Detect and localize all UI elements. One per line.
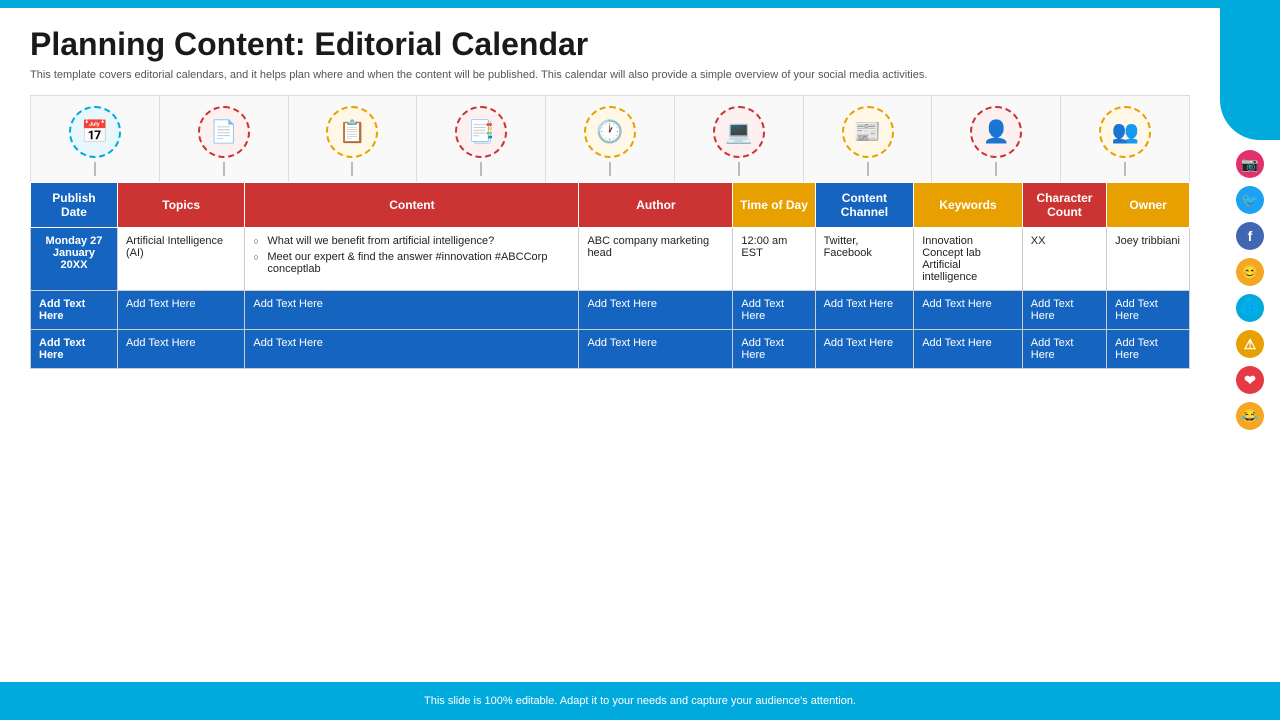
cell-channel-add1: Add Text Here <box>815 291 914 330</box>
cell-author-1: ABC company marketing head <box>579 228 733 291</box>
cell-char-count-add2: Add Text Here <box>1022 330 1106 369</box>
globe-icon: 🌐 <box>1236 294 1264 322</box>
cell-time-add2: Add Text Here <box>733 330 815 369</box>
bottom-text: This slide is 100% editable. Adapt it to… <box>424 695 856 707</box>
icon-stem <box>94 162 96 176</box>
heart-icon: ❤ <box>1236 366 1264 394</box>
icon-cell-keywords: 📰 <box>804 96 933 182</box>
cell-content-add2: Add Text Here <box>245 330 579 369</box>
table-row: Add Text Here Add Text Here Add Text Her… <box>31 291 1190 330</box>
header-time-of-day: Time of Day <box>733 183 815 228</box>
laugh-icon: 😂 <box>1236 402 1264 430</box>
page-title: Planning Content: Editorial Calendar <box>30 26 1190 63</box>
icon-stem <box>609 162 611 176</box>
table-row: Monday 27January 20XX Artificial Intelli… <box>31 228 1190 291</box>
icon-cell-charcount: 👤 <box>932 96 1061 182</box>
cell-topics-add1: Add Text Here <box>117 291 244 330</box>
icon-cell-topics: 📄 <box>160 96 289 182</box>
cell-owner-1: Joey tribbiani <box>1107 228 1190 291</box>
header-publish-date: PublishDate <box>31 183 118 228</box>
editorial-calendar-table: PublishDate Topics Content Author Time o… <box>30 182 1190 369</box>
content-area: Planning Content: Editorial Calendar Thi… <box>0 8 1220 379</box>
twitter-icon: 🐦 <box>1236 186 1264 214</box>
icon-stem <box>480 162 482 176</box>
header-content-channel: ContentChannel <box>815 183 914 228</box>
header-char-count: CharacterCount <box>1022 183 1106 228</box>
facebook-icon: f <box>1236 222 1264 250</box>
right-accent <box>1220 0 1280 140</box>
top-accent <box>0 0 1280 8</box>
page-wrapper: Planning Content: Editorial Calendar Thi… <box>0 0 1280 720</box>
cell-time-1: 12:00 am EST <box>733 228 815 291</box>
icon-stem <box>1124 162 1126 176</box>
char-count-icon: 👤 <box>970 106 1022 158</box>
header-topics: Topics <box>117 183 244 228</box>
page-subtitle: This template covers editorial calendars… <box>30 69 980 81</box>
cell-publish-date-1: Monday 27January 20XX <box>31 228 118 291</box>
social-sidebar: 📷 🐦 f 😊 🌐 ⚠ ❤ 😂 <box>1220 140 1280 440</box>
icon-cell-author: 📑 <box>417 96 546 182</box>
cell-keywords-add2: Add Text Here <box>914 330 1023 369</box>
cell-char-count-add1: Add Text Here <box>1022 291 1106 330</box>
time-icon: 🕐 <box>584 106 636 158</box>
bottom-bar: This slide is 100% editable. Adapt it to… <box>0 682 1280 720</box>
table-header-row: PublishDate Topics Content Author Time o… <box>31 183 1190 228</box>
icons-row: 📅 📄 📋 📑 🕐 💻 <box>30 95 1190 182</box>
cell-time-add1: Add Text Here <box>733 291 815 330</box>
icon-stem <box>738 162 740 176</box>
header-keywords: Keywords <box>914 183 1023 228</box>
cell-content-add1: Add Text Here <box>245 291 579 330</box>
cell-publish-date-add1: Add Text Here <box>31 291 118 330</box>
cell-author-add1: Add Text Here <box>579 291 733 330</box>
icon-cell-content: 📋 <box>289 96 418 182</box>
cell-owner-add2: Add Text Here <box>1107 330 1190 369</box>
topics-icon: 📄 <box>198 106 250 158</box>
icon-stem <box>995 162 997 176</box>
icon-stem <box>351 162 353 176</box>
cell-topics-1: Artificial Intelligence (AI) <box>117 228 244 291</box>
header-author: Author <box>579 183 733 228</box>
content-list-item: What will we benefit from artificial int… <box>253 235 570 247</box>
icon-stem <box>223 162 225 176</box>
icon-cell-owner: 👥 <box>1061 96 1189 182</box>
icon-cell-channel: 💻 <box>675 96 804 182</box>
cell-owner-add1: Add Text Here <box>1107 291 1190 330</box>
keywords-icon: 📰 <box>842 106 894 158</box>
publish-date-icon: 📅 <box>69 106 121 158</box>
author-icon: 📑 <box>455 106 507 158</box>
cell-topics-add2: Add Text Here <box>117 330 244 369</box>
header-owner: Owner <box>1107 183 1190 228</box>
smile-icon: 😊 <box>1236 258 1264 286</box>
cell-publish-date-add2: Add Text Here <box>31 330 118 369</box>
cell-channel-add2: Add Text Here <box>815 330 914 369</box>
cell-author-add2: Add Text Here <box>579 330 733 369</box>
instagram-icon: 📷 <box>1236 150 1264 178</box>
icon-cell-publish-date: 📅 <box>31 96 160 182</box>
icon-cell-time: 🕐 <box>546 96 675 182</box>
cell-keywords-1: InnovationConcept labArtificial intellig… <box>914 228 1023 291</box>
content-list-item: Meet our expert & find the answer #innov… <box>253 251 570 275</box>
content-icon: 📋 <box>326 106 378 158</box>
table-row: Add Text Here Add Text Here Add Text Her… <box>31 330 1190 369</box>
cell-channel-1: Twitter, Facebook <box>815 228 914 291</box>
owner-icon: 👥 <box>1099 106 1151 158</box>
header-content: Content <box>245 183 579 228</box>
channel-icon: 💻 <box>713 106 765 158</box>
cell-keywords-add1: Add Text Here <box>914 291 1023 330</box>
warning-icon: ⚠ <box>1236 330 1264 358</box>
cell-char-count-1: XX <box>1022 228 1106 291</box>
icon-stem <box>867 162 869 176</box>
cell-content-1: What will we benefit from artificial int… <box>245 228 579 291</box>
